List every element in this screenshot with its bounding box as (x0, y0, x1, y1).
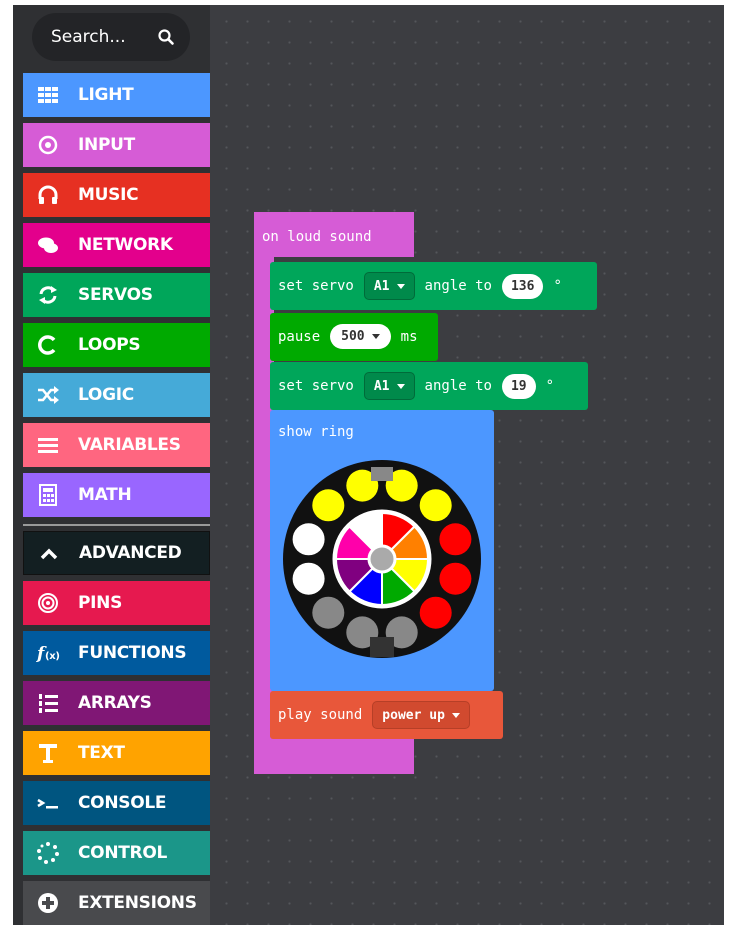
ring-led[interactable] (439, 523, 472, 556)
chevron-down-icon (371, 334, 380, 339)
category-label: PINS (78, 593, 123, 613)
chevron-down-icon (451, 712, 460, 718)
category-label: LIGHT (78, 85, 134, 105)
degree-unit: ° (545, 378, 555, 394)
category-servos[interactable]: SERVOS (23, 273, 210, 317)
category-pins[interactable]: PINS (23, 581, 210, 625)
list-icon (38, 438, 58, 453)
search-icon[interactable] (156, 27, 176, 47)
ring-led[interactable] (312, 596, 345, 629)
chevron-down-icon (396, 383, 405, 389)
set-servo-block-2[interactable]: set servo A1 angle to 19 ° (270, 362, 588, 410)
ring-board (283, 460, 481, 658)
category-label: ADVANCED (79, 543, 182, 563)
svg-text:(x): (x) (45, 651, 60, 662)
category-text[interactable]: TEXT (23, 731, 210, 775)
ring-led[interactable] (312, 489, 345, 522)
show-ring-label-area[interactable]: show ring (270, 410, 494, 450)
category-extensions[interactable]: EXTENSIONS (23, 881, 210, 925)
battery-connector (370, 637, 394, 657)
servo-pin-dropdown[interactable]: A1 (363, 272, 415, 300)
sound-dropdown[interactable]: power up (372, 701, 470, 729)
set-servo-block-1[interactable]: set servo A1 angle to 136 ° (270, 262, 597, 310)
category-network[interactable]: NETWORK (23, 223, 210, 267)
category-label: CONSOLE (78, 793, 167, 813)
function-icon: f (x) (36, 644, 60, 664)
category-label: MATH (78, 485, 132, 505)
set-servo-label: set servo (278, 278, 354, 294)
category-logic[interactable]: LOGIC (23, 373, 210, 417)
category-functions[interactable]: f (x) FUNCTIONS (23, 631, 210, 675)
category-label: LOOPS (78, 335, 141, 355)
category-loops[interactable]: LOOPS (23, 323, 210, 367)
ordered-list-icon (39, 694, 58, 713)
terminal-icon (37, 798, 58, 809)
category-music[interactable]: MUSIC (23, 173, 210, 217)
category-light[interactable]: LIGHT (23, 73, 210, 117)
refresh-icon (39, 286, 57, 304)
headphones-icon (38, 185, 58, 204)
category-label: TEXT (78, 743, 125, 763)
shuffle-icon (38, 386, 59, 404)
angle-input[interactable]: 136 (501, 273, 544, 299)
category-advanced[interactable]: ADVANCED (23, 531, 210, 575)
ring-led[interactable] (439, 562, 472, 595)
category-label: LOGIC (78, 385, 134, 405)
category-control[interactable]: CONTROL (23, 831, 210, 875)
usb-connector-top (371, 467, 393, 481)
calculator-icon (39, 484, 57, 506)
pin-icon (38, 593, 58, 613)
angle-to-label: angle to (424, 378, 492, 394)
blocks-canvas (254, 212, 494, 774)
pause-block[interactable]: pause 500 ms (270, 313, 438, 361)
target-icon (38, 135, 58, 155)
event-label: on loud sound (262, 229, 372, 245)
pause-label: pause (278, 328, 321, 345)
category-input[interactable]: INPUT (23, 123, 210, 167)
loop-icon (38, 335, 56, 355)
pause-duration-dropdown[interactable]: 500 (330, 324, 391, 349)
toolbox-divider (23, 524, 210, 526)
grid-icon (38, 87, 58, 103)
ms-unit: ms (400, 328, 418, 345)
category-label: NETWORK (78, 235, 173, 255)
show-ring-label: show ring (278, 424, 354, 440)
category-console[interactable]: CONSOLE (23, 781, 210, 825)
ring-led[interactable] (419, 489, 452, 522)
dotted-circle-icon (37, 842, 59, 864)
ring-led[interactable] (292, 562, 325, 595)
category-label: EXTENSIONS (78, 893, 197, 913)
servo-pin-dropdown[interactable]: A1 (363, 372, 415, 400)
category-label: ARRAYS (78, 693, 152, 713)
category-arrays[interactable]: ARRAYS (23, 681, 210, 725)
play-sound-block[interactable]: play sound power up (270, 691, 503, 739)
category-label: MUSIC (78, 185, 139, 205)
category-label: FUNCTIONS (78, 643, 187, 663)
category-label: SERVOS (78, 285, 153, 305)
category-label: VARIABLES (78, 435, 181, 455)
chevron-down-icon (396, 283, 405, 289)
degree-unit: ° (553, 278, 562, 294)
ring-led[interactable] (292, 523, 325, 556)
search-placeholder: Search... (51, 27, 126, 47)
block-workspace[interactable]: set servo A1 angle to 136 ° pause 500 ms… (210, 5, 724, 925)
chevron-up-icon (40, 548, 58, 560)
category-label: CONTROL (78, 843, 168, 863)
ring-led[interactable] (419, 596, 452, 629)
angle-input[interactable]: 19 (501, 373, 536, 399)
toolbox-sidebar: Search... LIGHT INPUT MUSIC NETWORK SERVOS LO… (13, 5, 210, 925)
event-label-area[interactable]: on loud sound (254, 212, 414, 257)
set-servo-label: set servo (278, 378, 354, 394)
play-sound-label: play sound (278, 707, 363, 723)
angle-to-label: angle to (424, 278, 492, 294)
category-label: INPUT (78, 135, 135, 155)
text-t-icon (39, 744, 57, 763)
category-variables[interactable]: VARIABLES (23, 423, 210, 467)
plus-circle-icon (38, 893, 58, 913)
chat-bubbles-icon (38, 237, 58, 253)
category-math[interactable]: MATH (23, 473, 210, 517)
search-box[interactable]: Search... (32, 13, 190, 61)
